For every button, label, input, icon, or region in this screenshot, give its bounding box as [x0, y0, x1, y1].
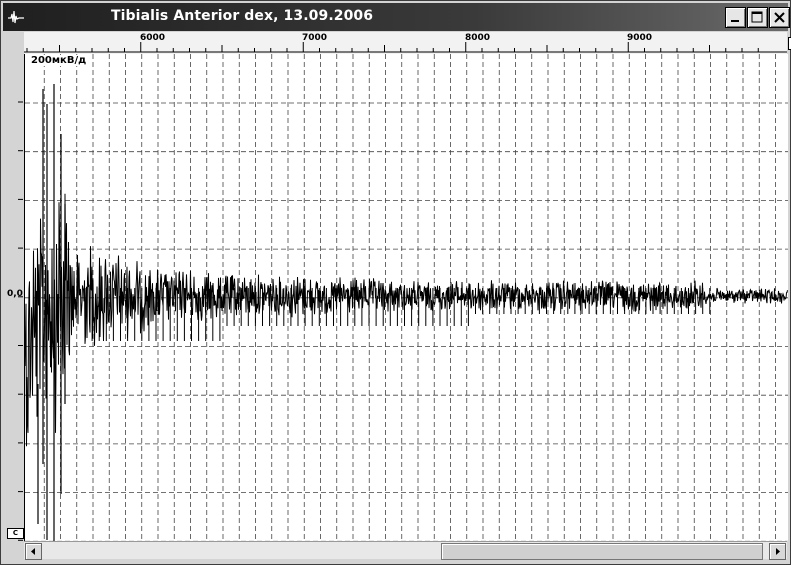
ruler-label-7000: 7000 [302, 33, 328, 43]
arrow-left-icon [31, 548, 35, 555]
minimize-button[interactable] [725, 7, 746, 28]
ruler-label-6000: 6000 [140, 33, 166, 43]
scroll-left-button[interactable] [25, 543, 42, 560]
horizontal-scrollbar[interactable] [24, 541, 787, 560]
close-button[interactable] [769, 7, 790, 28]
emg-wave-icon[interactable] [7, 8, 25, 26]
ruler-corner [4, 32, 24, 54]
emg-window: Tibialis Anterior dex, 13.09.2006 6000 7… [0, 0, 791, 565]
scrollbar-thumb[interactable] [441, 543, 763, 560]
maximize-icon [751, 11, 763, 23]
time-ruler[interactable]: 6000 7000 8000 9000 мс [24, 32, 791, 55]
emg-signal-plot [25, 54, 788, 541]
scroll-right-button[interactable] [769, 543, 786, 560]
window-title: Tibialis Anterior dex, 13.09.2006 [111, 8, 374, 24]
ruler-label-8000: 8000 [465, 33, 491, 43]
emg-trace [25, 193, 788, 447]
close-icon [774, 12, 785, 23]
amplitude-scale-label: 200мкВ/д [31, 55, 87, 66]
emg-plot-area[interactable]: 200мкВ/д [24, 54, 788, 541]
arrow-right-icon [776, 548, 780, 555]
channel-button[interactable]: С [7, 528, 24, 539]
ruler-label-9000: 9000 [627, 33, 653, 43]
minimize-icon [731, 20, 739, 22]
zero-level-label: 0,0 [7, 289, 23, 299]
ruler-ticks [24, 42, 787, 53]
title-bar[interactable]: Tibialis Anterior dex, 13.09.2006 [3, 3, 790, 31]
maximize-button[interactable] [747, 7, 768, 28]
